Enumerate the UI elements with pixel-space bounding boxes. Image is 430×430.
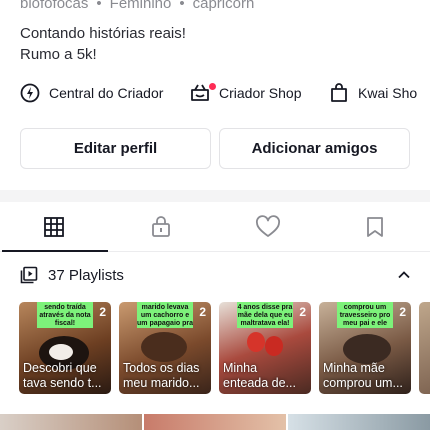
tab-liked[interactable] (214, 202, 321, 252)
playlist-card[interactable]: sendo traída através da nota fiscal! 2 D… (19, 302, 111, 394)
creator-center-icon (20, 83, 40, 103)
thumbnail-image (247, 332, 265, 352)
add-friends-button[interactable]: Adicionar amigos (219, 128, 410, 169)
playlist-video-count: 2 (99, 305, 106, 319)
tab-private[interactable] (107, 202, 214, 252)
playlist-sticker-text: sendo traída através da nota fiscal! (37, 302, 93, 328)
creator-center-label: Central do Criador (49, 85, 164, 101)
playlist-card[interactable]: comprou um travesseiro pro meu pai e ele… (319, 302, 411, 394)
shop-basket-icon (191, 84, 209, 101)
caption-line: tava sendo t... (23, 376, 102, 390)
kwai-shop-label: Kwai Sho (358, 85, 418, 101)
playlist-caption: Minha enteada de... (223, 361, 309, 391)
bio-line: Contando histórias reais! (20, 25, 186, 42)
profile-links-row: Central do Criador Criador Shop Kwai Sho (0, 80, 430, 106)
playlist-sticker-text: 4 anos disse pra mãe dela que eu maltrat… (237, 302, 293, 328)
profile-meta-line: blofofocas • Feminino • capricorn (20, 0, 254, 12)
playlist-card[interactable]: 4 anos disse pra mãe dela que eu maltrat… (219, 302, 311, 394)
separator-dot: • (96, 0, 102, 12)
notification-dot (209, 83, 216, 90)
video-thumbnail[interactable] (144, 414, 286, 430)
playlists-count-label: 37 Playlists (48, 266, 124, 284)
gender-text: Feminino (109, 0, 172, 12)
sign-text: capricorn (192, 0, 255, 12)
chevron-up-icon[interactable] (396, 267, 412, 283)
playlist-caption: Minha mãe comprou um... (323, 361, 409, 391)
playlist-video-count: 2 (399, 305, 406, 319)
caption-line: meu marido... (123, 376, 200, 390)
playlist-sticker-text: comprou um travesseiro pro meu pai e ele… (337, 302, 393, 328)
section-divider (0, 190, 430, 202)
playlist-sticker-text: marido levava um cachorro e um papagaio … (137, 302, 193, 328)
video-thumbnail[interactable] (288, 414, 430, 430)
tab-videos-grid[interactable] (0, 202, 107, 252)
content-tabs (0, 202, 430, 252)
bookmark-icon (366, 217, 383, 237)
heart-icon (255, 215, 280, 237)
grid-icon (43, 217, 64, 237)
lock-icon (151, 216, 170, 237)
kwai-shop-link[interactable]: Kwai Sho (328, 80, 417, 106)
thumbnail-image (343, 334, 391, 364)
playlist-card-partial[interactable] (419, 302, 430, 394)
playlist-icon (20, 266, 38, 284)
playlist-caption: Todos os dias meu marido... (123, 361, 209, 391)
video-grid-preview (0, 414, 430, 430)
creator-center-link[interactable]: Central do Criador (19, 80, 163, 106)
caption-line: comprou um... (323, 376, 403, 390)
active-tab-indicator (2, 250, 108, 252)
caption-line: Minha (223, 361, 258, 375)
playlists-header[interactable]: 37 Playlists (20, 262, 412, 288)
caption-line: enteada de... (223, 376, 296, 390)
separator-dot: • (179, 0, 185, 12)
playlist-video-count: 2 (199, 305, 206, 319)
playlist-card[interactable]: marido levava um cachorro e um papagaio … (119, 302, 211, 394)
shopping-bag-icon (331, 83, 347, 102)
caption-line: Minha mãe (323, 361, 385, 375)
thumbnail-image (141, 332, 187, 362)
creator-shop-link[interactable]: Criador Shop (189, 80, 302, 106)
thumbnail-image (49, 344, 73, 360)
tab-saved[interactable] (321, 202, 428, 252)
bio-line: Rumo a 5k! (20, 46, 97, 63)
username-text: blofofocas (20, 0, 89, 12)
creator-shop-label: Criador Shop (219, 85, 302, 101)
video-thumbnail[interactable] (0, 414, 142, 430)
caption-line: Descobri que (23, 361, 97, 375)
playlist-caption: Descobri que tava sendo t... (23, 361, 109, 391)
playlist-video-count: 2 (299, 305, 306, 319)
caption-line: Todos os dias (123, 361, 200, 375)
edit-profile-button[interactable]: Editar perfil (20, 128, 211, 169)
thumbnail-image (265, 336, 283, 356)
playlists-carousel: sendo traída através da nota fiscal! 2 D… (0, 302, 430, 394)
